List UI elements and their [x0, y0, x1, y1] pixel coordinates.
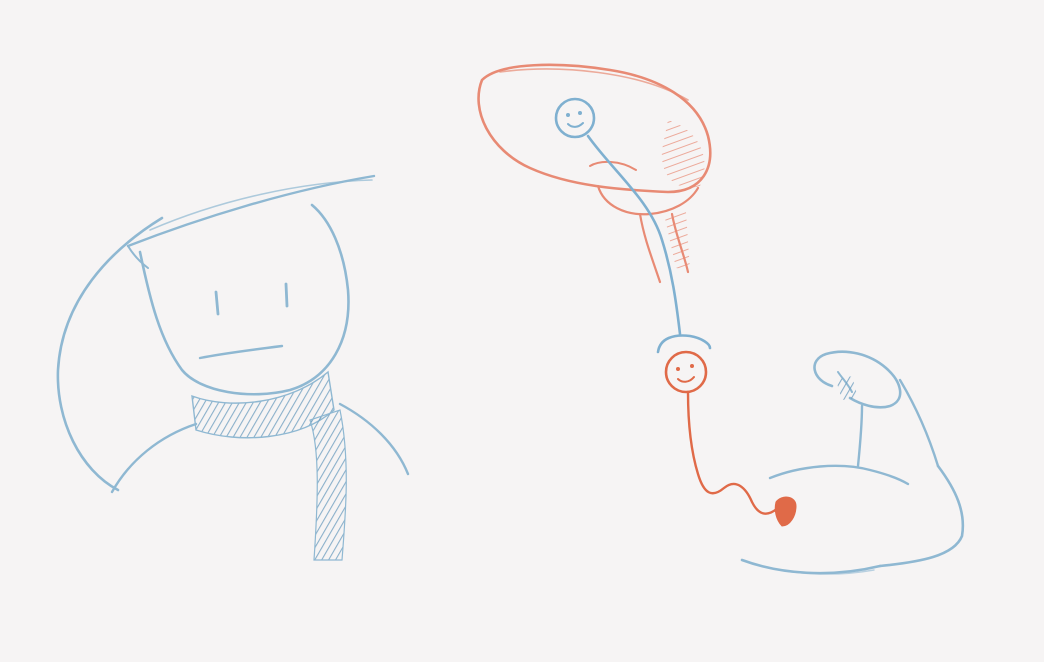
hair-top-line — [126, 174, 376, 248]
right-eye — [284, 282, 289, 308]
arm-forearm-inner — [856, 404, 864, 468]
arm-forearm-outer — [898, 378, 940, 468]
mouth — [198, 344, 284, 360]
upper-neuron-terminal — [656, 334, 712, 354]
lower-neuron-terminal — [774, 496, 797, 527]
upper-neuron-body — [554, 97, 596, 139]
right-shoulder — [338, 402, 410, 476]
lower-neuron-smile — [677, 376, 695, 383]
arm-fist-shading — [836, 376, 858, 400]
brain-shading — [661, 120, 705, 188]
hair-top-line-2 — [149, 179, 373, 231]
sketch-lower-motor-neuron — [664, 350, 797, 527]
scarf-tail — [309, 409, 347, 561]
head-outline-left — [127, 245, 149, 269]
upper-neuron-smile — [567, 122, 584, 128]
sketch-person-with-scarf — [56, 174, 410, 561]
lower-neuron-axon — [686, 390, 780, 515]
head-outline — [138, 203, 350, 396]
lower-neuron-left-eye — [676, 367, 680, 371]
sketch-flexed-arm — [740, 350, 965, 575]
left-shoulder — [110, 422, 198, 494]
arm-bicep — [768, 464, 910, 486]
arm-elbow — [878, 464, 965, 568]
lower-neuron-right-eye — [690, 364, 694, 368]
upper-neuron-right-eye — [578, 111, 582, 115]
sketch-canvas — [56, 63, 965, 575]
lower-neuron-body — [664, 350, 708, 394]
hair-outline — [56, 216, 164, 492]
left-eye — [214, 290, 220, 316]
upper-neuron-left-eye — [566, 113, 570, 117]
arm-fist — [813, 350, 902, 409]
sketch-brain — [477, 63, 712, 284]
